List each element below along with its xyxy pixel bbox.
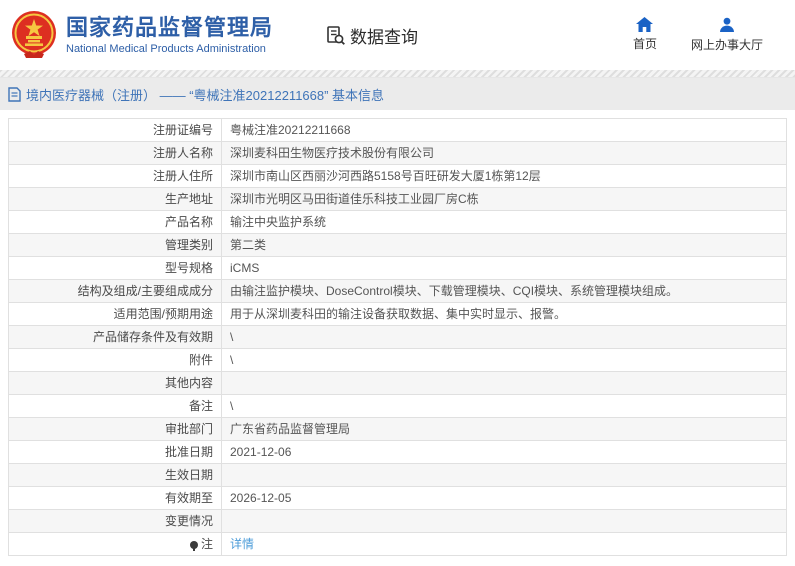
table-row: 审批部门 广东省药品监督管理局 [8, 417, 787, 441]
row-value: 深圳市南山区西丽沙河西路5158号百旺研发大厦1栋第12层 [221, 164, 787, 188]
divider-stripe [0, 70, 795, 78]
row-label: 产品储存条件及有效期 [8, 325, 222, 349]
brand-text: 国家药品监督管理局 National Medical Products Admi… [66, 15, 273, 54]
table-row: 其他内容 [8, 371, 787, 395]
table-row: 变更情况 [8, 509, 787, 533]
org-name-cn: 国家药品监督管理局 [66, 15, 274, 41]
row-value: 深圳市光明区马田街道佳乐科技工业园厂房C栋 [221, 187, 787, 211]
site-header: 国家药品监督管理局 National Medical Products Admi… [0, 0, 795, 70]
row-value: 2026-12-05 [221, 486, 787, 510]
row-value: 输注中央监护系统 [221, 210, 787, 234]
row-value: 第二类 [221, 233, 787, 257]
row-label: 变更情况 [8, 509, 222, 533]
row-value: 2021-12-06 [221, 440, 787, 464]
row-value [221, 463, 787, 487]
org-name-en: National Medical Products Administration [66, 42, 266, 55]
document-icon [8, 86, 21, 102]
table-row: 注详情 [8, 532, 787, 556]
home-icon [636, 17, 654, 32]
table-row: 产品储存条件及有效期 \ [8, 325, 787, 349]
row-value: iCMS [221, 256, 787, 280]
table-row: 注册人住所 深圳市南山区西丽沙河西路5158号百旺研发大厦1栋第12层 [8, 164, 787, 188]
nav-home[interactable]: 首页 [633, 17, 657, 53]
row-label: 批准日期 [8, 440, 222, 464]
row-value: \ [221, 325, 787, 349]
data-query-icon [327, 25, 345, 45]
row-label: 其他内容 [8, 371, 222, 395]
row-label: 附件 [8, 348, 222, 372]
row-value: 广东省药品监督管理局 [221, 417, 787, 441]
row-label: 注册人住所 [8, 164, 222, 188]
table-row: 批准日期 2021-12-06 [8, 440, 787, 464]
national-emblem-icon [12, 11, 56, 58]
row-label: 管理类别 [8, 233, 222, 257]
table-row: 注册人名称 深圳麦科田生物医疗技术股份有限公司 [8, 141, 787, 165]
user-icon [719, 17, 734, 32]
header-right: 首页 网上办事大厅 [633, 17, 763, 53]
row-label: 注册人名称 [8, 141, 222, 165]
row-label: 有效期至 [8, 486, 222, 510]
table-row: 附件 \ [8, 348, 787, 372]
table-row: 生产地址 深圳市光明区马田街道佳乐科技工业园厂房C栋 [8, 187, 787, 211]
breadcrumb: 境内医疗器械（注册） —— “粤械注准20212211668” 基本信息 [26, 87, 385, 103]
row-value: 深圳麦科田生物医疗技术股份有限公司 [221, 141, 787, 165]
nav-online-hall-label: 网上办事大厅 [690, 38, 763, 52]
breadcrumb-bar: 境内医疗器械（注册） —— “粤械注准20212211668” 基本信息 [0, 78, 795, 110]
table-row: 型号规格 iCMS [8, 256, 787, 280]
table-row: 备注 \ [8, 394, 787, 418]
nav-online-hall[interactable]: 网上办事大厅 [691, 17, 763, 53]
note-icon [189, 540, 198, 551]
nav-home-label: 首页 [632, 37, 657, 51]
row-label: 注 [8, 532, 222, 556]
row-label: 生产地址 [8, 187, 222, 211]
table-row: 有效期至 2026-12-05 [8, 486, 787, 510]
row-value [221, 371, 787, 395]
row-label: 结构及组成/主要组成成分 [8, 279, 222, 303]
row-label: 审批部门 [8, 417, 222, 441]
info-table-body: 注册证编号 粤械注准20212211668 注册人名称 深圳麦科田生物医疗技术股份有限… [8, 118, 787, 556]
row-value: 粤械注准20212211668 [221, 118, 787, 142]
row-label: 注册证编号 [8, 118, 222, 142]
row-label: 备注 [8, 394, 222, 418]
row-value: \ [221, 348, 787, 372]
row-value: 详情 [221, 532, 787, 556]
row-label: 型号规格 [8, 256, 222, 280]
row-label: 产品名称 [8, 210, 222, 234]
row-value [221, 509, 787, 533]
table-row: 注册证编号 粤械注准20212211668 [8, 118, 787, 142]
row-value: \ [221, 394, 787, 418]
nav-data-query-label: 数据查询 [350, 27, 419, 47]
table-row: 结构及组成/主要组成成分 由输注监护模块、DoseControl模块、下载管理模块… [8, 279, 787, 303]
table-row: 产品名称 输注中央监护系统 [8, 210, 787, 234]
row-label: 生效日期 [8, 463, 222, 487]
table-row: 生效日期 [8, 463, 787, 487]
table-row: 管理类别 第二类 [8, 233, 787, 257]
row-value: 由输注监护模块、DoseControl模块、下载管理模块、CQI模块、系统管理模… [221, 279, 787, 303]
nav-data-query[interactable]: 数据查询 [325, 23, 418, 48]
detail-link[interactable]: 详情 [230, 537, 254, 551]
info-table: 注册证编号 粤械注准20212211668 注册人名称 深圳麦科田生物医疗技术股份有限… [8, 118, 787, 556]
brand: 国家药品监督管理局 National Medical Products Admi… [10, 10, 273, 60]
table-row: 适用范围/预期用途 用于从深圳麦科田的输注设备获取数据、集中实时显示、报警。 [8, 302, 787, 326]
row-value: 用于从深圳麦科田的输注设备获取数据、集中实时显示、报警。 [221, 302, 787, 326]
row-label: 适用范围/预期用途 [8, 302, 222, 326]
